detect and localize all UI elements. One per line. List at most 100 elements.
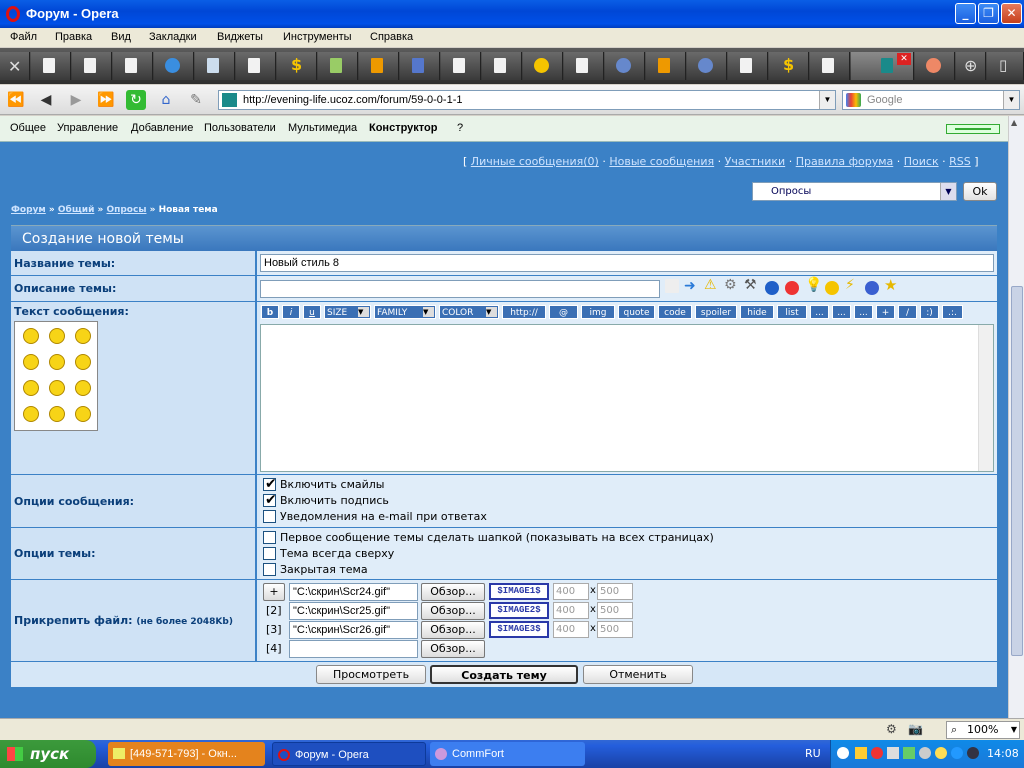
- panel-link-users[interactable]: Пользователи: [204, 122, 276, 134]
- width-input[interactable]: 400: [553, 583, 589, 600]
- browser-tab[interactable]: $: [277, 52, 317, 80]
- task-button-active[interactable]: Форум - Opera: [272, 742, 426, 766]
- hammer-icon[interactable]: ⚒: [744, 277, 757, 293]
- smile-icon[interactable]: [825, 281, 839, 295]
- bb-more-button[interactable]: ...: [832, 305, 851, 319]
- smile-confused-icon[interactable]: [49, 406, 65, 422]
- browser-tab[interactable]: [482, 52, 522, 80]
- zoom-control[interactable]: ⌕ 100% ▼: [946, 721, 1020, 739]
- bb-underline-button[interactable]: u: [303, 305, 321, 319]
- image-tag[interactable]: $IMAGE2$: [489, 602, 549, 619]
- dropdown-arrow-icon[interactable]: ▼: [819, 91, 835, 109]
- scroll-up-icon[interactable]: ▲: [1011, 118, 1017, 127]
- crumb-forum[interactable]: Форум: [11, 205, 46, 215]
- forward-icon[interactable]: ▶: [66, 90, 86, 110]
- message-textarea[interactable]: [260, 324, 994, 472]
- new-tab-button[interactable]: ⊕: [956, 52, 986, 80]
- pen-icon[interactable]: ✎: [186, 90, 206, 110]
- question-icon[interactable]: [865, 281, 879, 295]
- height-input[interactable]: 500: [597, 583, 633, 600]
- bb-img-button[interactable]: img: [581, 305, 615, 319]
- ok-button[interactable]: Ok: [963, 182, 997, 201]
- browser-tab[interactable]: [31, 52, 71, 80]
- bb-dots-button[interactable]: .:.: [942, 305, 963, 319]
- bb-url-button[interactable]: http://: [502, 305, 546, 319]
- panel-link-add[interactable]: Добавление: [131, 122, 193, 134]
- closed-checkbox[interactable]: [263, 563, 276, 576]
- menu-help[interactable]: Справка: [370, 31, 413, 43]
- browse-button[interactable]: Обзор...: [421, 640, 485, 658]
- file-input[interactable]: "C:\скрин\Scr26.gif": [289, 621, 418, 639]
- pin-first-post-checkbox[interactable]: [263, 531, 276, 544]
- width-input[interactable]: 400: [553, 602, 589, 619]
- smile-smirk-icon[interactable]: [75, 406, 91, 422]
- panel-link-media[interactable]: Мультимедиа: [288, 122, 357, 134]
- preview-button[interactable]: Просмотреть: [316, 665, 426, 684]
- search-dropdown-icon[interactable]: ▼: [1003, 91, 1019, 109]
- tray-opera-icon[interactable]: [871, 747, 883, 759]
- active-browser-tab[interactable]: ✕: [851, 52, 914, 80]
- menu-tools[interactable]: Инструменты: [283, 31, 352, 43]
- menu-edit[interactable]: Правка: [55, 31, 92, 43]
- trash-tab[interactable]: ▯: [987, 52, 1024, 80]
- cancel-button[interactable]: Отменить: [583, 665, 693, 684]
- smile-sad-icon[interactable]: [23, 380, 39, 396]
- crumb-polls[interactable]: Опросы: [107, 205, 147, 215]
- tray-app-icon[interactable]: [935, 747, 947, 759]
- textarea-scrollbar[interactable]: [978, 325, 993, 471]
- smile-wink-icon[interactable]: [49, 354, 65, 370]
- browser-tab[interactable]: [154, 52, 194, 80]
- menu-bookmarks[interactable]: Закладки: [149, 31, 197, 43]
- bb-bold-button[interactable]: b: [261, 305, 279, 319]
- bb-code-button[interactable]: code: [658, 305, 692, 319]
- browser-tab[interactable]: [523, 52, 563, 80]
- height-input[interactable]: 500: [597, 602, 633, 619]
- start-button[interactable]: пуск: [0, 740, 96, 768]
- browser-tab[interactable]: [318, 52, 358, 80]
- panel-help[interactable]: ?: [457, 122, 463, 134]
- chevron-down-icon[interactable]: ▼: [940, 183, 956, 200]
- browse-button[interactable]: Обзор...: [421, 602, 485, 620]
- forum-jump-select[interactable]: Опросы ▼: [752, 182, 957, 201]
- description-input[interactable]: [260, 280, 660, 298]
- back-icon[interactable]: ◀: [36, 90, 56, 110]
- panel-toggle-icon[interactable]: ⚙: [886, 722, 897, 736]
- notepad-icon[interactable]: [665, 279, 679, 293]
- link-rss[interactable]: RSS: [949, 155, 971, 168]
- tray-folder-icon[interactable]: [855, 747, 867, 759]
- browser-tab[interactable]: [113, 52, 153, 80]
- smile-cool-icon[interactable]: [75, 328, 91, 344]
- browser-tab[interactable]: [400, 52, 440, 80]
- browser-tab[interactable]: [687, 52, 727, 80]
- language-indicator[interactable]: RU: [805, 747, 821, 760]
- info-icon[interactable]: [765, 281, 779, 295]
- browser-tab[interactable]: [441, 52, 481, 80]
- smile-tongue-icon[interactable]: [23, 406, 39, 422]
- bb-slash-button[interactable]: /: [898, 305, 917, 319]
- browser-tab[interactable]: [564, 52, 604, 80]
- tray-app-icon[interactable]: [951, 747, 963, 759]
- close-tab-icon[interactable]: ✕: [897, 53, 911, 65]
- browse-button[interactable]: Обзор...: [421, 621, 485, 639]
- title-input[interactable]: Новый стиль 8: [260, 254, 994, 272]
- smile-angry-icon[interactable]: [23, 328, 39, 344]
- arrow-right-icon[interactable]: ➜: [684, 278, 696, 294]
- image-tag[interactable]: $IMAGE1$: [489, 583, 549, 600]
- browser-tab[interactable]: $: [769, 52, 809, 80]
- link-search[interactable]: Поиск: [904, 155, 939, 168]
- crumb-general[interactable]: Общий: [58, 205, 95, 215]
- browser-tab[interactable]: [728, 52, 768, 80]
- tray-arrow-icon[interactable]: [837, 747, 849, 759]
- close-button[interactable]: ✕: [1001, 3, 1022, 24]
- browser-tab[interactable]: [359, 52, 399, 80]
- bb-quote-button[interactable]: quote: [618, 305, 655, 319]
- rewind-icon[interactable]: ⏪: [6, 90, 26, 110]
- bb-spoiler-button[interactable]: spoiler: [695, 305, 737, 319]
- task-button[interactable]: CommFort: [430, 742, 585, 766]
- address-input[interactable]: http://evening-life.ucoz.com/forum/59-0-…: [218, 90, 836, 110]
- height-input[interactable]: 500: [597, 621, 633, 638]
- browser-tab[interactable]: [605, 52, 645, 80]
- browser-tab[interactable]: [195, 52, 235, 80]
- smile-laugh-icon[interactable]: [49, 328, 65, 344]
- bb-family-select[interactable]: FAMILY ▼: [374, 305, 436, 319]
